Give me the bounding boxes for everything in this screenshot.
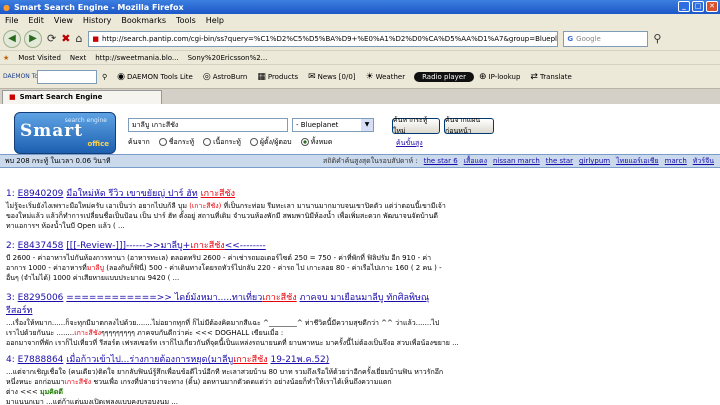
radio-all[interactable]: ทั้งหมด — [300, 137, 332, 148]
query-input[interactable]: มาลีบู เกาะสีชัง — [128, 118, 288, 132]
popular-keyword[interactable]: girlypum — [579, 157, 610, 165]
previous-search-button[interactable]: ค้นจากแผนก่อนหน้า — [444, 116, 494, 135]
radio-circle-icon — [249, 138, 258, 146]
toolbar-astroburn[interactable]: ◎ AstroBurn — [198, 72, 252, 82]
result-snippet: ...แต่จากเชิญเชื่อใจ (คนเดียว)ติดใจ ยากล… — [6, 368, 444, 405]
search-box[interactable]: G Google — [563, 30, 649, 47]
toolbar-search-input[interactable] — [37, 69, 97, 84]
toolbar-search-icon[interactable]: ⚲ — [97, 73, 112, 81]
reload-icon[interactable]: ⟳ — [47, 32, 56, 45]
daemon-icon: ◉ — [117, 71, 125, 82]
search-placeholder: Google — [576, 34, 601, 43]
result-item: 1: E8940209 มือใหม่หัด รีวิว เขาขยัยญ่ ป… — [6, 186, 706, 231]
google-icon: G — [567, 34, 574, 43]
result-count: พบ 208 กระทู้ ในเวลา 0.06 วินาที — [5, 156, 111, 165]
radio-selected-icon — [300, 138, 309, 146]
radio-body[interactable]: เนื้อกระทู้ — [203, 137, 241, 148]
new-search-button[interactable]: ค้นหากระทู้ใหม่ — [392, 116, 440, 135]
result-title-link[interactable]: 2: E8437458 [[[-Review-]]]------>>มาลีบู… — [6, 238, 706, 252]
popular-keyword[interactable]: ไทยแอร์เอเชีย — [616, 156, 659, 167]
toolbar-ip-lookup[interactable]: ⊕ IP-lookup — [474, 72, 525, 82]
toolbar-translate[interactable]: ⇄ Translate — [525, 72, 576, 82]
popular-keyword[interactable]: nissan march — [493, 157, 540, 165]
home-icon[interactable]: ⌂ — [75, 32, 82, 45]
stop-icon[interactable]: ✖ — [61, 32, 70, 45]
result-item: 2: E8437458 [[[-Review-]]]------>>มาลีบู… — [6, 238, 706, 283]
menu-bookmarks[interactable]: Bookmarks — [116, 16, 171, 25]
tab-smart-search[interactable]: ■ Smart Search Engine — [2, 89, 162, 104]
radio-poster[interactable]: ผู้ตั้ง/ผู้ตอบ — [249, 137, 292, 148]
ip-icon: ⊕ — [478, 71, 487, 82]
toolbar-products[interactable]: ▦ Products — [252, 72, 303, 82]
result-snippet: บี 2600 - ค่าอาหารไปกันห้องการทานา (อาหา… — [6, 254, 442, 282]
address-bar[interactable]: ■ http://search.pantip.com/cgi-bin/ss?qu… — [88, 30, 559, 47]
tab-bar: ■ Smart Search Engine — [0, 89, 720, 104]
products-icon: ▦ — [257, 71, 266, 82]
weather-icon: ☀ — [365, 71, 374, 82]
firefox-icon: ● — [3, 2, 10, 12]
toolbar-news[interactable]: ✉ News [0/0] — [303, 72, 360, 82]
popular-keyword[interactable]: the star 6 — [424, 157, 458, 165]
result-item: 3: E8295006 ============>> ไดย์มังหมา...… — [6, 290, 706, 348]
toolbar-weather[interactable]: ☀ Weather — [361, 72, 411, 82]
radio-circle-icon — [203, 138, 212, 146]
menu-view[interactable]: View — [49, 16, 78, 25]
popular-keyword[interactable]: ทัวร์จีน — [693, 156, 714, 167]
popular-keyword[interactable]: march — [665, 157, 687, 165]
menu-file[interactable]: File — [0, 16, 23, 25]
chevron-down-icon: ▼ — [361, 119, 373, 131]
title-bar: ● Smart Search Engine - Mozilla Firefox … — [0, 0, 720, 14]
browser-window: ● Smart Search Engine - Mozilla Firefox … — [0, 0, 720, 405]
translate-icon: ⇄ — [530, 71, 538, 82]
tab-favicon-icon: ■ — [9, 93, 16, 101]
url-text: http://search.pantip.com/cgi-bin/ss?quer… — [102, 34, 559, 43]
menu-help[interactable]: Help — [201, 16, 229, 25]
menu-edit[interactable]: Edit — [23, 16, 49, 25]
stats-bar: พบ 208 กระทู้ ในเวลา 0.06 วินาที สถิติคำ… — [0, 154, 720, 168]
group-select[interactable]: - Blueplanet ▼ — [292, 118, 374, 132]
page-content: search engine Smart office มาลีบู เกาะสี… — [0, 104, 720, 405]
bookmarks-toolbar: ★ Most Visited Next http://sweetmania.bl… — [0, 51, 720, 65]
search-scope-label: ค้นจาก — [128, 138, 150, 146]
search-scope-radios: ค้นจาก ชื่อกระทู้ เนื้อกระทู้ ผู้ตั้ง/ผู… — [128, 137, 332, 148]
smart-search-logo: search engine Smart office — [14, 112, 116, 154]
back-arrow-icon[interactable]: ◀ — [3, 29, 21, 48]
result-title-link[interactable]: 4: E7888864 เมื่อก้าวเข้าไป...ร่างกายต้อ… — [6, 352, 706, 366]
result-snippet: ไม่รู้จะเริ่มยังไงเพราะมือใหม่ครับ เอาเป… — [6, 202, 446, 230]
bookmark-icon: ★ — [3, 53, 10, 62]
popular-keyword[interactable]: the star — [546, 157, 573, 165]
window-title: Smart Search Engine - Mozilla Firefox — [13, 2, 184, 12]
menu-history[interactable]: History — [78, 16, 116, 25]
navigation-toolbar: ◀ ▶ ⟳ ✖ ⌂ ■ http://search.pantip.com/cgi… — [0, 27, 720, 51]
result-snippet: ...เรื่องให้หมาก......ก็จะทุกมีมาตกลงไปด… — [6, 319, 459, 347]
disc-icon: ◎ — [202, 71, 211, 82]
toolbar-radio-player[interactable]: Radio player — [414, 71, 474, 82]
result-title-continued[interactable]: รีสอร์ท — [6, 303, 706, 317]
advanced-search-link[interactable]: ค้นขั้นสูง — [396, 138, 423, 149]
site-icon: ■ — [92, 34, 100, 43]
result-item: 4: E7888864 เมื่อก้าวเข้าไป...ร่างกายต้อ… — [6, 352, 706, 405]
popular-label: สถิติคำค้นสูงสุดในรอบสัปดาห์ : — [323, 156, 418, 165]
bookmark-most-visited[interactable]: Most Visited — [15, 54, 67, 62]
toolbar-daemon-lite[interactable]: ◉ DAEMON Tools Lite — [112, 72, 198, 82]
close-button[interactable]: ✕ — [706, 1, 718, 12]
news-icon: ✉ — [308, 71, 316, 82]
bookmark-sweetmania[interactable]: http://sweetmania.blo... — [92, 54, 184, 62]
minimize-button[interactable]: _ — [678, 1, 690, 12]
bookmark-next[interactable]: Next — [67, 54, 92, 62]
daemon-logo: DAEMON Tools — [3, 73, 47, 80]
daemon-toolbar: DAEMON Tools ⚲ ◉ DAEMON Tools Lite ◎ Astro… — [0, 65, 720, 89]
radio-title[interactable]: ชื่อกระทู้ — [158, 137, 194, 148]
menu-bar: File Edit View History Bookmarks Tools H… — [0, 14, 720, 27]
search-magnifier-icon[interactable]: ⚲ — [653, 32, 661, 45]
bookmark-sony[interactable]: Sony%20Ericsson%2... — [185, 54, 274, 62]
forward-arrow-icon[interactable]: ▶ — [24, 29, 42, 48]
result-title-link[interactable]: 3: E8295006 ============>> ไดย์มังหมา...… — [6, 290, 706, 304]
menu-tools[interactable]: Tools — [171, 16, 201, 25]
maximize-button[interactable]: □ — [692, 1, 704, 12]
popular-keyword[interactable]: เสื้อแดง — [464, 156, 487, 167]
radio-circle-icon — [158, 138, 167, 146]
result-title-link[interactable]: 1: E8940209 มือใหม่หัด รีวิว เขาขยัยญ่ ป… — [6, 186, 706, 200]
